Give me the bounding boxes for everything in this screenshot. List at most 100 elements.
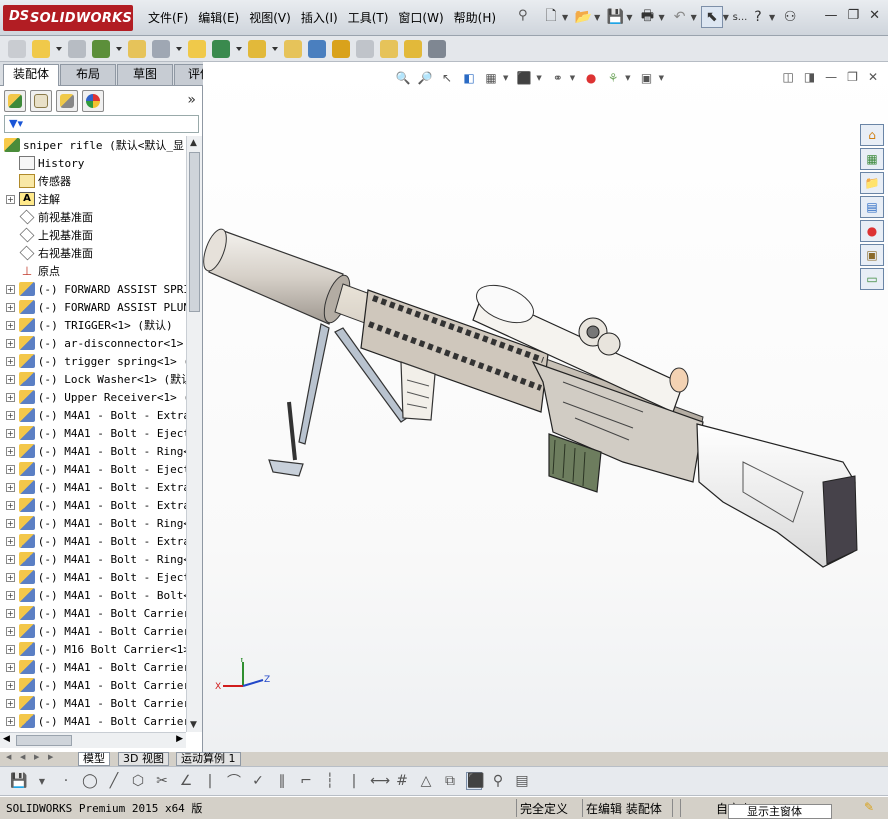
tree-item[interactable]: + (-) M4A1 - Bolt - Ring<3: [0, 550, 186, 568]
tree-filter-field[interactable]: ▼▾: [4, 115, 199, 133]
insert-component-icon[interactable]: [8, 39, 26, 58]
minimize-icon[interactable]: —: [824, 8, 837, 23]
linear-pattern-icon[interactable]: [92, 39, 110, 58]
help-dropdown-icon[interactable]: ▼: [769, 13, 775, 22]
forum-icon[interactable]: ▭: [860, 268, 884, 290]
tree-item[interactable]: 上视基准面: [0, 226, 186, 244]
tree-item[interactable]: + (-) M4A1 - Bolt - Extrac: [0, 478, 186, 496]
expand-toggle-icon[interactable]: +: [6, 716, 15, 726]
view-palette-icon[interactable]: ▤: [860, 196, 884, 218]
solidworks-logo[interactable]: DS SOLIDWORKS: [3, 5, 133, 31]
open-folder-icon[interactable]: 📂: [572, 6, 594, 28]
tree-item[interactable]: + (-) M4A1 - Bolt Carrier: [0, 694, 186, 712]
tree-item[interactable]: + (-) M4A1 - Bolt - Extrac: [0, 532, 186, 550]
expand-toggle-icon[interactable]: +: [6, 428, 15, 438]
tree-item[interactable]: + (-) M4A1 - Bolt - Ejecto: [0, 460, 186, 478]
menu-help[interactable]: 帮助(H): [454, 9, 496, 26]
expand-toggle-icon[interactable]: +: [6, 446, 15, 456]
save-dropdown-icon[interactable]: ▼: [626, 13, 632, 22]
camera-icon[interactable]: ⚲: [490, 773, 506, 789]
display-manager-tab-icon[interactable]: [82, 90, 104, 112]
reference-geometry-icon[interactable]: [248, 39, 266, 58]
print-icon[interactable]: 🖶: [636, 6, 658, 28]
table-icon[interactable]: ▤: [514, 773, 530, 789]
tab-assembly[interactable]: 装配体: [3, 64, 59, 86]
dashed-corner-icon[interactable]: ┆: [322, 773, 338, 789]
horizontal-scroll-thumb[interactable]: [16, 735, 72, 746]
last-tab-icon[interactable]: ▶: [48, 753, 60, 765]
assembly-features-icon[interactable]: [212, 39, 230, 58]
tree-root-assembly[interactable]: sniper rifle (默认<默认_显: [0, 136, 186, 154]
features-dropdown-icon[interactable]: [236, 46, 242, 51]
tree-item[interactable]: + (-) TRIGGER<1> (默认): [0, 316, 186, 334]
tree-item[interactable]: + (-) M16 Bolt Carrier<1>: [0, 640, 186, 658]
tree-item[interactable]: + (-) M4A1 - Bolt Carrier: [0, 658, 186, 676]
expand-tabs-icon[interactable]: »: [187, 92, 196, 108]
expand-toggle-icon[interactable]: +: [6, 662, 15, 672]
mate-icon[interactable]: [68, 39, 86, 58]
tab-model[interactable]: 模型: [78, 752, 110, 766]
menu-insert[interactable]: 插入(I): [301, 9, 338, 26]
pin-menu-icon[interactable]: ⚲: [518, 8, 528, 23]
trim-icon[interactable]: ✂: [154, 773, 170, 789]
configuration-manager-tab-icon[interactable]: [56, 90, 78, 112]
new-part-icon[interactable]: [32, 39, 50, 58]
help-icon[interactable]: ?: [747, 6, 769, 28]
tree-item[interactable]: + (-) M4A1 - Bolt - Bolt<1: [0, 586, 186, 604]
new-motion-study-icon[interactable]: [284, 39, 302, 58]
property-manager-tab-icon[interactable]: [30, 90, 52, 112]
interference-detection-icon[interactable]: [380, 39, 398, 58]
select-pointer-icon[interactable]: ⬉: [700, 6, 723, 28]
user-icon[interactable]: ⚇: [779, 6, 801, 28]
expand-toggle-icon[interactable]: +: [6, 338, 15, 348]
expand-toggle-icon[interactable]: +: [6, 698, 15, 708]
show-hidden-icon[interactable]: [188, 39, 206, 58]
tree-item[interactable]: + (-) Lock Washer<1> (默认: [0, 370, 186, 388]
grid-icon[interactable]: #: [394, 773, 410, 789]
expand-toggle-icon[interactable]: +: [6, 284, 15, 294]
tab-sketch[interactable]: 草图: [117, 64, 173, 85]
pattern-dropdown-icon[interactable]: [116, 46, 122, 51]
close-icon[interactable]: ✕: [869, 8, 880, 23]
tree-item[interactable]: + (-) M4A1 - Bolt - Ejecto: [0, 568, 186, 586]
solidworks-resources-icon[interactable]: ⌂: [860, 124, 884, 146]
expand-toggle-icon[interactable]: +: [6, 590, 15, 600]
expand-toggle-icon[interactable]: +: [6, 482, 15, 492]
tree-item[interactable]: + (-) M4A1 - Bolt - Ejecto: [0, 424, 186, 442]
tag-icon[interactable]: ✎: [864, 800, 874, 814]
undo-icon[interactable]: ↶: [669, 6, 691, 28]
menu-tools[interactable]: 工具(T): [348, 9, 389, 26]
search-commands-field[interactable]: s...: [733, 6, 748, 28]
restore-icon[interactable]: ❐: [847, 8, 859, 23]
undo-dropdown-icon[interactable]: ▼: [691, 13, 697, 22]
tree-item[interactable]: + (-) M4A1 - Bolt Carrier: [0, 622, 186, 640]
show-main-window-popup[interactable]: 显示主窗体: [728, 804, 832, 819]
menu-window[interactable]: 窗口(W): [398, 9, 443, 26]
tree-item[interactable]: 传感器: [0, 172, 186, 190]
save-icon[interactable]: 💾: [604, 6, 626, 28]
menu-file[interactable]: 文件(F): [148, 9, 188, 26]
box-icon[interactable]: ⧉: [442, 773, 458, 789]
circle-icon[interactable]: ◯: [82, 773, 98, 789]
select-dropdown-icon[interactable]: ▼: [723, 13, 729, 22]
new-dropdown-icon[interactable]: ▼: [562, 13, 568, 22]
expand-toggle-icon[interactable]: +: [6, 302, 15, 312]
triangle-icon[interactable]: △: [418, 773, 434, 789]
tree-horizontal-scrollbar[interactable]: ◀ ▶: [0, 732, 186, 748]
expand-toggle-icon[interactable]: +: [6, 518, 15, 528]
tab-motion-study[interactable]: 运动算例 1: [176, 752, 241, 766]
expand-toggle-icon[interactable]: +: [6, 356, 15, 366]
dimension-icon[interactable]: ⟷: [370, 773, 390, 789]
file-explorer-icon[interactable]: 📁: [860, 172, 884, 194]
scroll-left-icon[interactable]: ◀: [3, 734, 10, 744]
angle-icon[interactable]: ∠: [178, 773, 194, 789]
expand-toggle-icon[interactable]: +: [6, 194, 15, 204]
feature-tree-tab-icon[interactable]: [4, 90, 26, 112]
tree-item[interactable]: + (-) M4A1 - Bolt - Ring<2: [0, 514, 186, 532]
tree-item[interactable]: + (-) Upper Receiver<1> (: [0, 388, 186, 406]
exploded-view-icon[interactable]: [332, 39, 350, 58]
expand-toggle-icon[interactable]: +: [6, 608, 15, 618]
tree-item[interactable]: + (-) FORWARD ASSIST PLUNG: [0, 298, 186, 316]
tree-vertical-scrollbar[interactable]: ▲ ▼: [186, 136, 202, 732]
expand-toggle-icon[interactable]: +: [6, 626, 15, 636]
